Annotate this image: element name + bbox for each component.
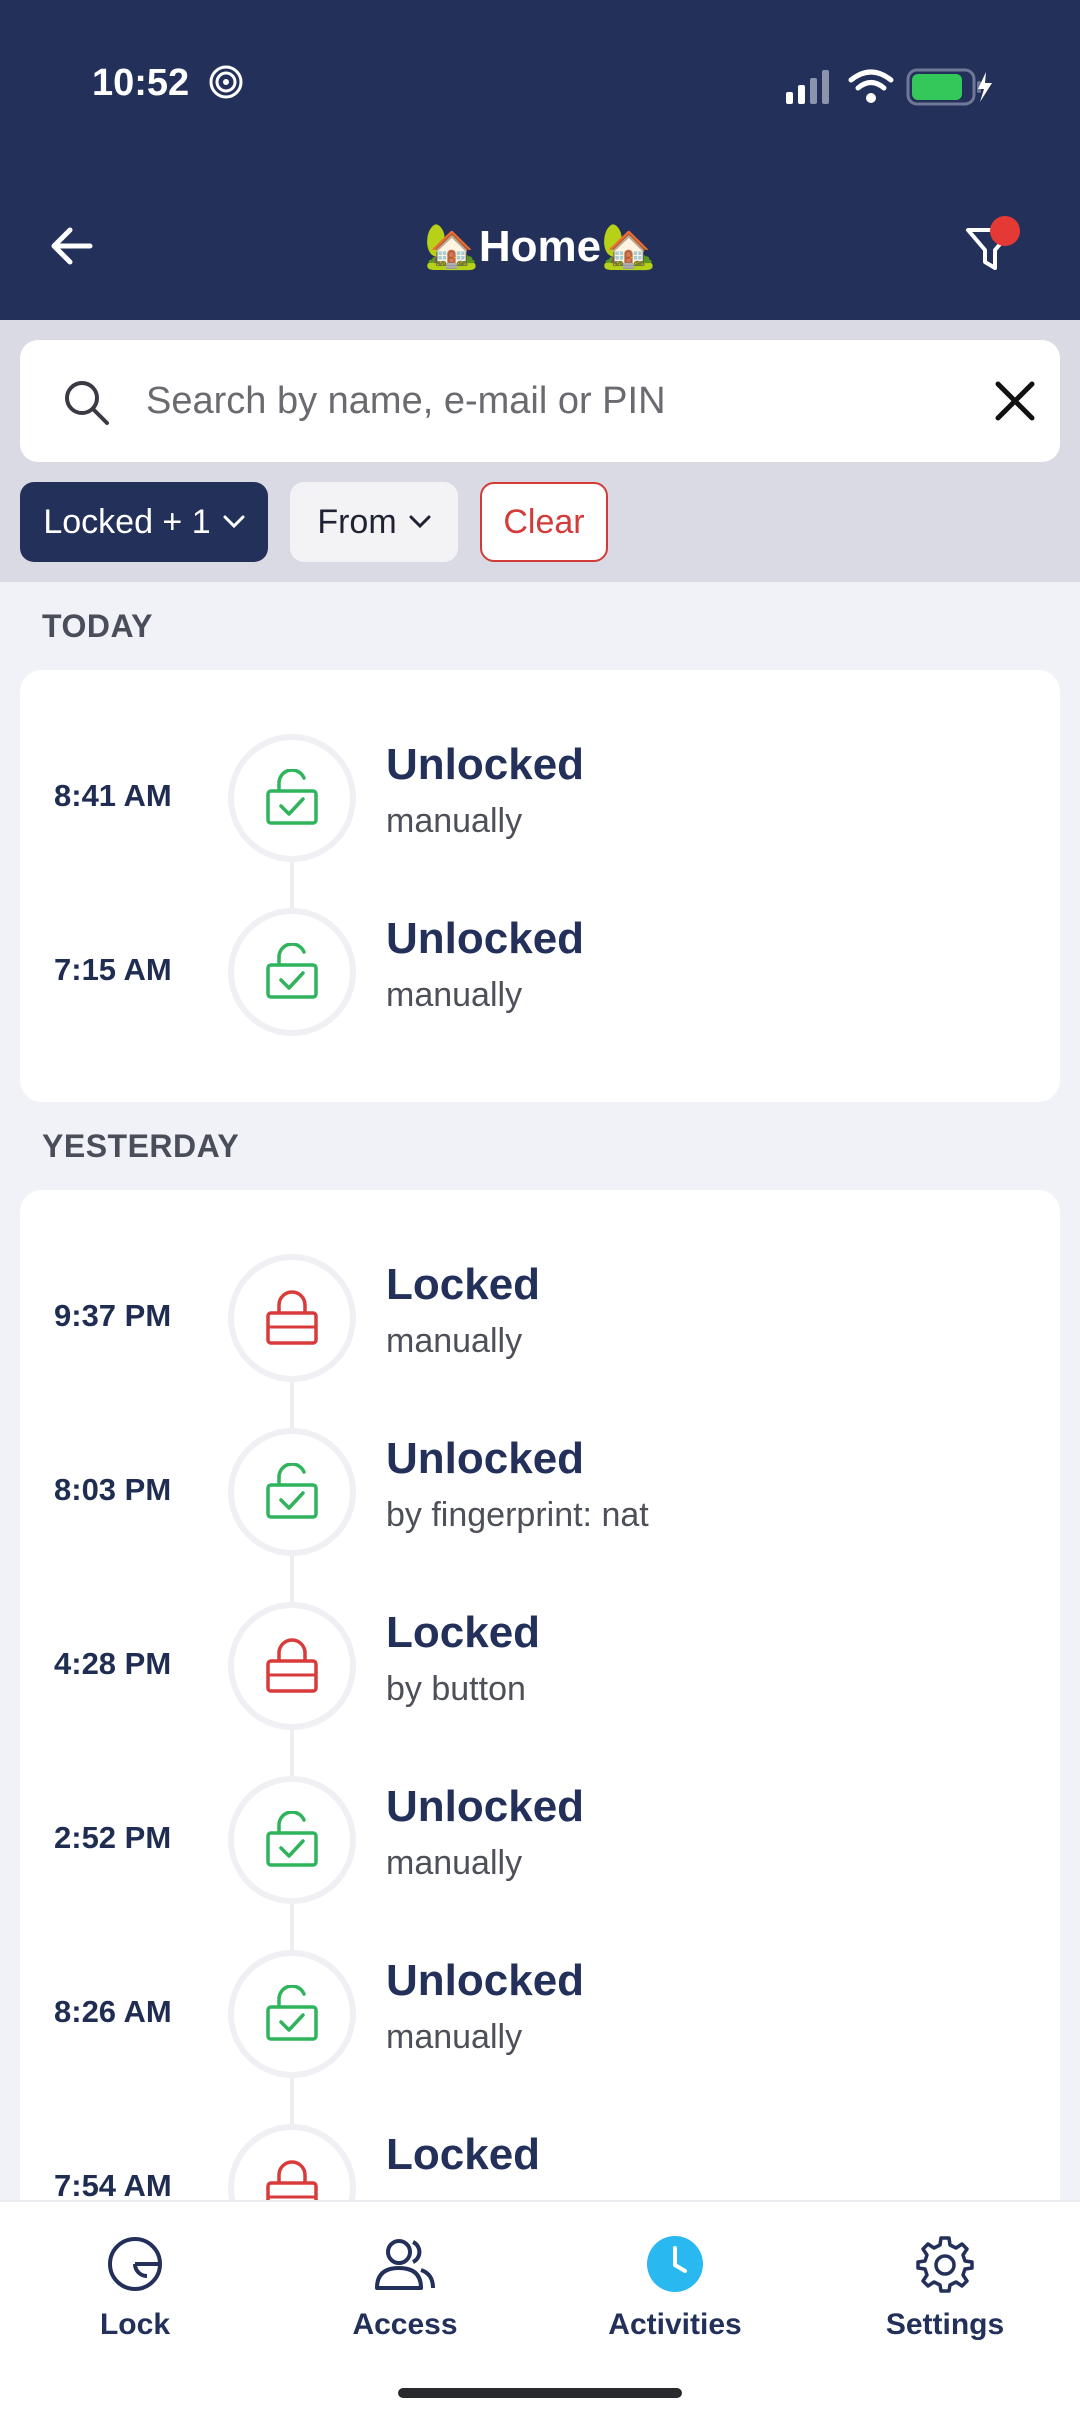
close-icon[interactable] (992, 378, 1038, 424)
nav-lock[interactable]: Lock (0, 2202, 270, 2382)
activity-status: Locked (386, 1608, 541, 1657)
section-label-yesterday: YESTERDAY (42, 1128, 240, 1164)
activity-card-yesterday: 9:37 PM Locked manually 8:03 PM Unlocked… (20, 1190, 1060, 2290)
users-icon (373, 2232, 437, 2296)
activity-detail: manually (386, 1322, 523, 1360)
unlock-icon (228, 1950, 356, 2078)
activity-detail: manually (386, 1844, 523, 1882)
wifi-icon (848, 69, 894, 103)
activity-detail: manually (386, 976, 523, 1014)
chevron-down-icon (409, 515, 431, 529)
activity-row[interactable]: 9:37 PM Locked manually (20, 1254, 1060, 1382)
activity-time: 7:15 AM (54, 952, 172, 987)
status-time: 10:52 (92, 62, 190, 104)
activity-status: Locked (386, 2130, 541, 2179)
status-filter-chip[interactable]: Locked + 1 (20, 482, 268, 562)
activity-time: 7:54 AM (54, 2168, 172, 2203)
nav-label: Lock (99, 2308, 171, 2341)
activity-time: 8:41 AM (54, 778, 172, 813)
lock-icon (228, 1254, 356, 1382)
search-input[interactable] (146, 340, 966, 462)
activity-time: 8:26 AM (54, 1994, 172, 2029)
activity-row[interactable]: 8:41 AM Unlocked manually (20, 734, 1060, 862)
clear-filters-button[interactable]: Clear (480, 482, 608, 562)
activity-detail: manually (386, 802, 523, 840)
activity-status: Locked (386, 1260, 541, 1309)
nav-label: Activities (608, 2308, 742, 2341)
from-filter-label: From (317, 502, 397, 541)
activity-time: 2:52 PM (54, 1820, 172, 1855)
activity-detail: manually (386, 2018, 523, 2056)
from-filter-chip[interactable]: From (290, 482, 458, 562)
home-indicator (398, 2388, 682, 2398)
gear-icon (913, 2232, 977, 2296)
activity-time: 9:37 PM (54, 1298, 172, 1333)
lock-dial-icon (103, 2232, 167, 2296)
filter-active-badge (990, 216, 1020, 246)
nav-label: Settings (885, 2308, 1005, 2341)
activity-row[interactable]: 8:03 PM Unlocked by fingerprint: nat (20, 1428, 1060, 1556)
unlock-icon (228, 1428, 356, 1556)
activity-time: 8:03 PM (54, 1472, 172, 1507)
clock-icon (643, 2232, 707, 2296)
status-filter-label: Locked + 1 (43, 502, 211, 541)
chevron-down-icon (223, 515, 245, 529)
activity-detail: by button (386, 1670, 526, 1708)
focus-icon (209, 65, 243, 99)
activity-row[interactable]: 7:15 AM Unlocked manually (20, 908, 1060, 1036)
nav-settings[interactable]: Settings (810, 2202, 1080, 2382)
activity-card-today: 8:41 AM Unlocked manually 7:15 AM Unlock… (20, 670, 1060, 1102)
activity-detail: by fingerprint: nat (386, 1496, 649, 1534)
nav-label: Access (352, 2308, 458, 2341)
activity-status: Unlocked (386, 1434, 585, 1483)
unlock-icon (228, 734, 356, 862)
lock-icon (228, 1602, 356, 1730)
activity-status: Unlocked (386, 1956, 585, 2005)
nav-activities[interactable]: Activities (540, 2202, 810, 2382)
signal-icon (786, 70, 829, 104)
page-title: 🏡Home🏡 (424, 222, 656, 271)
unlock-icon (228, 1776, 356, 1904)
battery-charging-icon (906, 68, 992, 106)
unlock-icon (228, 908, 356, 1036)
search-icon (65, 381, 109, 425)
activity-status: Unlocked (386, 914, 585, 963)
activity-status: Unlocked (386, 1782, 585, 1831)
search-bar (20, 340, 1060, 462)
activity-row[interactable]: 2:52 PM Unlocked manually (20, 1776, 1060, 1904)
activity-time: 4:28 PM (54, 1646, 172, 1681)
clear-filters-label: Clear (503, 502, 585, 541)
section-label-today: TODAY (42, 608, 153, 644)
activity-status: Unlocked (386, 740, 585, 789)
app-header: 10:52 🏡Home🏡 (0, 0, 1080, 320)
activity-row[interactable]: 8:26 AM Unlocked manually (20, 1950, 1060, 2078)
activity-row[interactable]: 4:28 PM Locked by button (20, 1602, 1060, 1730)
nav-access[interactable]: Access (270, 2202, 540, 2382)
